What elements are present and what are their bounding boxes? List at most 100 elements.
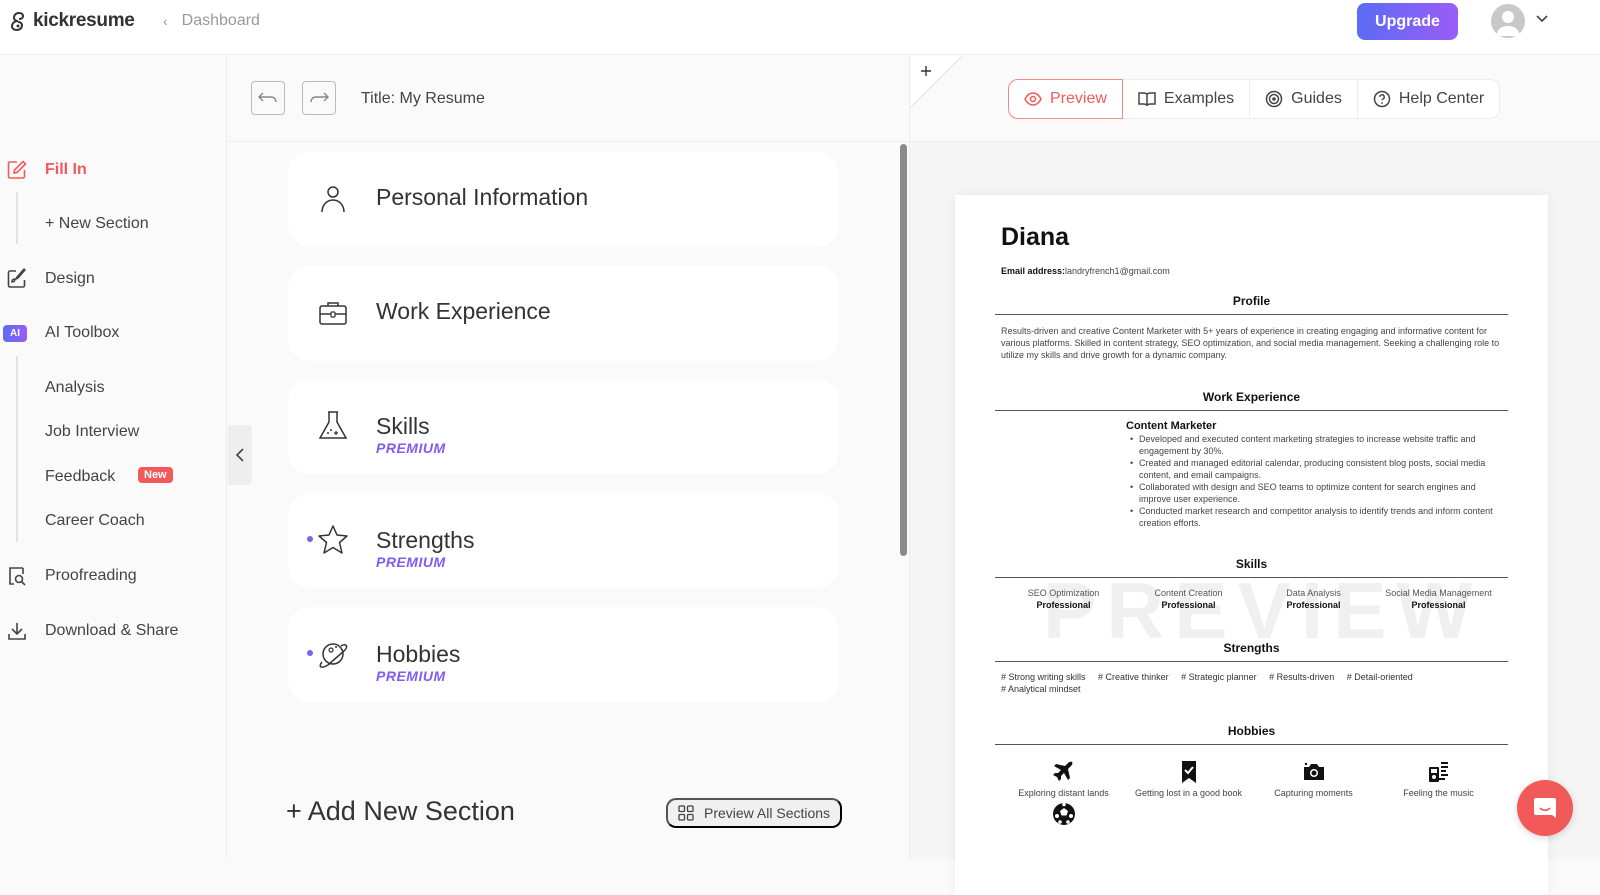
strength-tag: # Analytical mindset <box>1001 684 1081 694</box>
hobby-item: Feeling the music <box>1376 760 1501 798</box>
sidebar-item-label: Download & Share <box>45 622 179 639</box>
chevron-left-icon: ‹ <box>163 13 168 29</box>
logo[interactable]: kickresume <box>9 10 135 32</box>
premium-label: PREMIUM <box>376 668 446 684</box>
sidebar-item-label: Feedback <box>45 468 116 485</box>
undo-icon <box>258 92 277 103</box>
strength-tag: # Strong writing skills <box>1001 672 1086 682</box>
sidebar-item-label: + New Section <box>45 215 149 232</box>
editor-panel: Title: My Resume Personal Information Wo… <box>228 56 908 859</box>
scrollbar[interactable] <box>900 144 907 556</box>
tab-preview[interactable]: Preview <box>1008 79 1123 119</box>
breadcrumb-dashboard[interactable]: Dashboard <box>182 12 260 30</box>
download-icon <box>5 619 29 643</box>
new-badge: New <box>138 467 173 483</box>
soccer-ball-icon <box>1052 802 1075 825</box>
resume-skills: SEO Optimization Professional Content Cre… <box>1001 587 1501 611</box>
strength-tag: # Results-driven <box>1269 672 1335 682</box>
preview-all-sections-button[interactable]: Preview All Sections <box>666 798 843 828</box>
avatar[interactable] <box>1491 4 1525 38</box>
resume-bullet: Collaborated with design and SEO teams t… <box>1130 481 1505 505</box>
upgrade-button[interactable]: Upgrade <box>1357 3 1458 40</box>
section-card-hobbies[interactable]: Hobbies PREMIUM <box>288 607 839 702</box>
target-icon <box>1265 90 1283 108</box>
resume-bullet: Conducted market research and competitor… <box>1130 505 1505 529</box>
section-title: Skills <box>376 413 430 439</box>
resume-heading-hobbies: Hobbies <box>995 724 1508 745</box>
collapse-sidebar-button[interactable] <box>228 425 252 485</box>
hobby-item <box>1001 802 1126 830</box>
resume-heading-strengths: Strengths <box>995 641 1508 662</box>
status-dot <box>307 536 313 542</box>
kickresume-logo-icon <box>10 12 25 32</box>
sidebar-item-label: Career Coach <box>45 512 145 529</box>
section-title: Personal Information <box>376 184 589 210</box>
user-avatar-icon <box>1496 11 1520 36</box>
hobby-item: Capturing moments <box>1251 760 1376 798</box>
resume-title[interactable]: Title: My Resume <box>361 90 485 108</box>
person-icon <box>321 186 345 213</box>
preview-header: Preview Examples Guides Help Center <box>910 56 1600 142</box>
tab-help-center[interactable]: Help Center <box>1358 80 1499 118</box>
proofreading-icon <box>5 564 29 588</box>
tab-examples[interactable]: Examples <box>1123 80 1251 118</box>
redo-button[interactable] <box>302 81 336 115</box>
sidebar-item-label: Design <box>45 270 95 287</box>
resume-profile-text: Results-driven and creative Content Mark… <box>1001 326 1500 360</box>
music-player-icon <box>1428 762 1448 782</box>
section-card-work-experience[interactable]: Work Experience <box>288 266 839 361</box>
chat-icon <box>1534 798 1556 818</box>
section-card-skills[interactable]: Skills PREMIUM <box>288 379 839 474</box>
camera-icon <box>1303 762 1324 780</box>
add-page-icon[interactable] <box>910 56 962 108</box>
resume-heading-work: Work Experience <box>995 390 1508 411</box>
sidebar-item-label: AI Toolbox <box>45 324 120 341</box>
preview-all-label: Preview All Sections <box>704 805 831 821</box>
briefcase-icon <box>319 302 347 325</box>
resume-heading-profile: Profile <box>995 294 1508 315</box>
breadcrumb[interactable]: ‹ Dashboard <box>163 12 260 30</box>
tab-guides[interactable]: Guides <box>1250 80 1358 118</box>
sidebar-item-label: Fill In <box>45 161 87 178</box>
sidebar-divider <box>16 356 18 542</box>
tab-label: Guides <box>1291 90 1342 107</box>
resume-bullet: Created and managed editorial calendar, … <box>1130 457 1505 481</box>
resume-page[interactable]: PREVIEW Diana Email address:landryfrench… <box>955 195 1548 895</box>
edit-icon <box>5 158 29 182</box>
resume-skill: SEO Optimization Professional <box>1027 588 1100 610</box>
ai-badge-icon: AI <box>3 321 27 345</box>
chat-support-button[interactable] <box>1517 780 1573 836</box>
section-card-strengths[interactable]: Strengths PREMIUM <box>288 493 839 588</box>
resume-skill: Social Media Management Professional <box>1385 588 1492 610</box>
resume-skill: Data Analysis Professional <box>1286 588 1341 610</box>
resume-heading-skills: Skills <box>995 557 1508 578</box>
flask-icon <box>318 411 348 439</box>
undo-button[interactable] <box>251 81 285 115</box>
redo-icon <box>310 92 329 103</box>
sidebar-item-label: Analysis <box>45 379 105 396</box>
star-icon <box>318 525 348 554</box>
section-title: Hobbies <box>376 641 461 667</box>
bookmark-check-icon <box>1181 761 1196 783</box>
resume-bullet: Developed and executed content marketing… <box>1130 433 1505 457</box>
book-icon <box>1138 92 1156 107</box>
chevron-down-icon[interactable] <box>1535 14 1549 24</box>
strength-tag: # Detail-oriented <box>1346 672 1413 682</box>
hobby-item: Exploring distant lands <box>1001 760 1126 798</box>
status-dot <box>307 650 313 656</box>
hobby-item: Getting lost in a good book <box>1126 760 1251 798</box>
section-title: Strengths <box>376 527 475 553</box>
preview-panel: Preview Examples Guides Help Center PREV… <box>909 56 1600 895</box>
add-new-section-button[interactable]: + Add New Section <box>286 796 515 827</box>
eye-icon <box>1024 92 1042 106</box>
premium-label: PREMIUM <box>376 554 446 570</box>
chevron-left-icon <box>235 448 244 462</box>
tab-label: Preview <box>1050 90 1107 107</box>
resume-job-bullets: Developed and executed content marketing… <box>1130 433 1505 529</box>
resume-email: Email address:landryfrench1@gmail.com <box>1001 266 1170 276</box>
editor-header: Title: My Resume <box>228 56 908 142</box>
resume-hobbies: Exploring distant lands Getting lost in … <box>1001 760 1501 834</box>
resume-name: Diana <box>1001 223 1070 251</box>
preview-tabs: Preview Examples Guides Help Center <box>1008 79 1501 119</box>
section-card-personal-information[interactable]: Personal Information <box>288 152 839 247</box>
